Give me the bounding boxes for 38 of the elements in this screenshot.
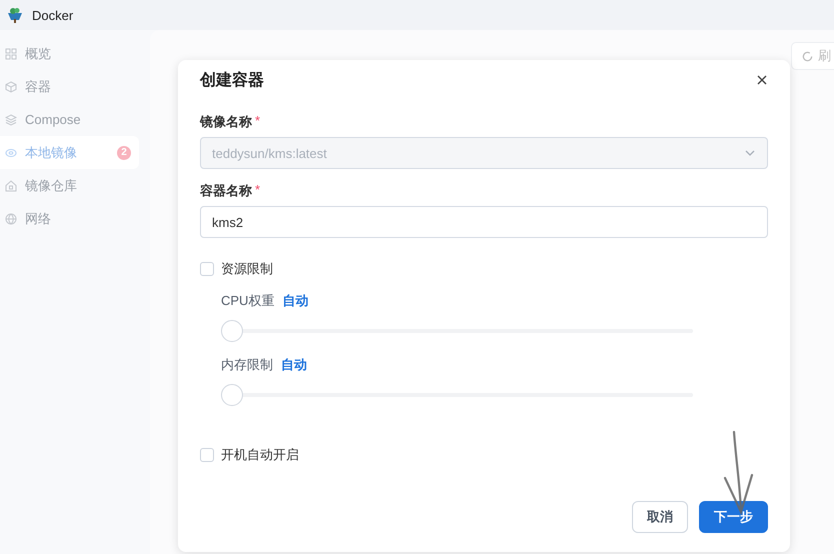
next-button[interactable]: 下一步 bbox=[699, 501, 768, 533]
checkbox[interactable] bbox=[200, 262, 214, 276]
required-mark: * bbox=[255, 113, 260, 130]
close-icon bbox=[756, 74, 768, 86]
field-label: 镜像名称 bbox=[200, 113, 252, 131]
layers-icon bbox=[5, 114, 17, 126]
sidebar-item[interactable]: 镜像仓库 bbox=[0, 169, 139, 202]
slider-thumb[interactable] bbox=[221, 384, 243, 406]
slider-label: 内存限制 bbox=[221, 356, 273, 374]
slider-label: CPU权重 bbox=[221, 292, 274, 310]
slider[interactable] bbox=[221, 320, 693, 342]
sidebar-item[interactable]: 网络 bbox=[0, 202, 139, 235]
logo-icon bbox=[6, 6, 24, 24]
checkbox-label: 资源限制 bbox=[221, 260, 273, 278]
sidebar-item[interactable]: 概览 bbox=[0, 37, 139, 70]
count-badge: 2 bbox=[117, 146, 131, 160]
globe-icon bbox=[5, 212, 17, 224]
grid-icon bbox=[5, 48, 17, 60]
sidebar-item[interactable]: Compose bbox=[0, 103, 139, 136]
cancel-button[interactable]: 取消 bbox=[632, 501, 688, 533]
input-field[interactable]: kms2 bbox=[200, 206, 768, 238]
refresh-icon bbox=[802, 50, 813, 62]
dialog-title: 创建容器 bbox=[200, 70, 264, 90]
required-mark: * bbox=[255, 182, 260, 199]
sidebar-item[interactable]: 本地镜像 2 bbox=[0, 136, 139, 169]
slider-value: 自动 bbox=[282, 292, 308, 310]
slider-value: 自动 bbox=[281, 356, 307, 374]
cube-icon bbox=[5, 80, 17, 92]
disk-icon bbox=[5, 146, 17, 158]
checkbox[interactable] bbox=[200, 448, 214, 462]
house-icon bbox=[5, 180, 17, 192]
app-title: Docker bbox=[32, 8, 74, 22]
slider-thumb[interactable] bbox=[221, 320, 243, 342]
slider[interactable] bbox=[221, 384, 693, 406]
checkbox-label: 开机自动开启 bbox=[221, 446, 299, 464]
sidebar-item[interactable]: 容器 bbox=[0, 70, 139, 103]
refresh-button[interactable]: 刷 bbox=[791, 42, 834, 70]
field-label: 容器名称 bbox=[200, 182, 252, 200]
